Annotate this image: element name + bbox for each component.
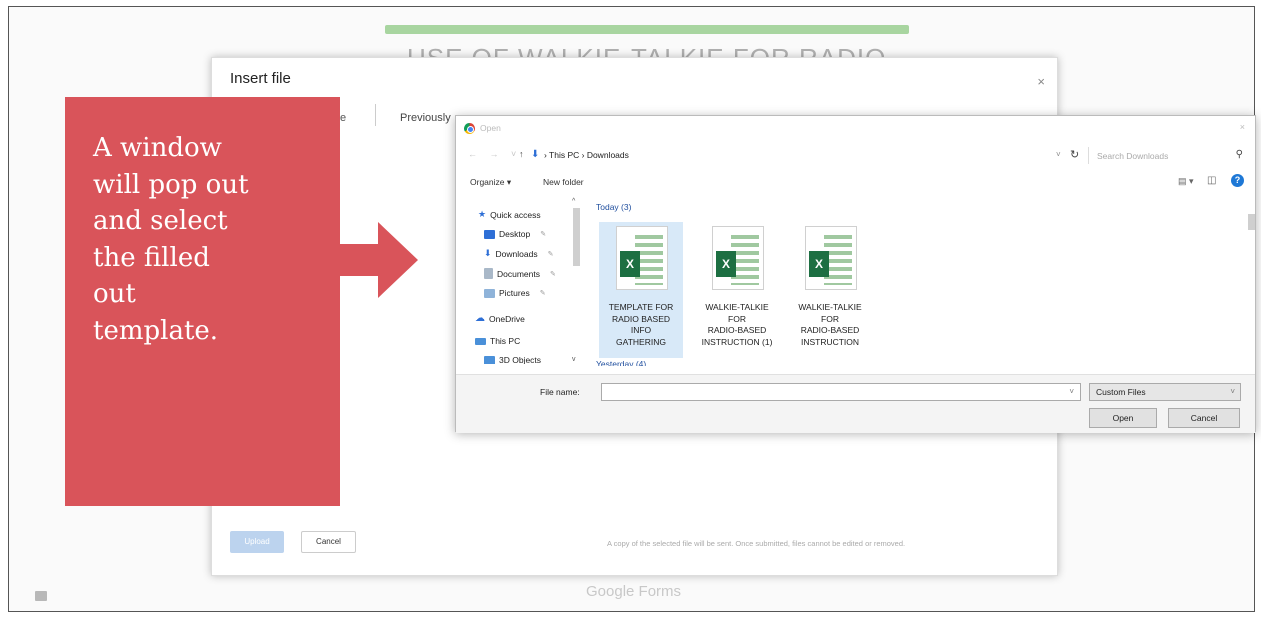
pin-icon: ✎ — [550, 270, 556, 278]
excel-badge: X — [716, 251, 736, 277]
organize-button[interactable]: Organize ▾ — [470, 177, 511, 188]
back-forward-icon[interactable]: ← → ˅ — [468, 149, 521, 159]
tab-separator — [375, 104, 376, 126]
file-name: WALKIE-TALKIE FOR RADIO-BASED INSTRUCTIO… — [798, 302, 862, 347]
sidebar-item-label: OneDrive — [489, 313, 525, 324]
tab-upload[interactable]: e — [340, 112, 346, 124]
open-titlebar: Open × — [456, 116, 1255, 140]
upload-note: A copy of the selected file will be sent… — [607, 539, 906, 548]
chrome-icon — [464, 123, 475, 134]
excel-file-icon: X — [805, 226, 857, 290]
desktop-icon — [484, 229, 495, 239]
pc-icon — [475, 337, 486, 345]
documents-icon — [484, 268, 493, 279]
group-header-yesterday[interactable]: Yesterday (4) — [596, 359, 646, 366]
open-title: Open — [480, 123, 501, 133]
star-icon: ★ — [478, 209, 487, 219]
up-arrow-icon[interactable]: ↑ — [519, 149, 524, 159]
nav-pane-scrollbar[interactable]: ^ v — [572, 198, 581, 366]
help-icon[interactable]: ? — [1231, 174, 1244, 187]
chevron-down-icon: ˅ — [1230, 387, 1235, 396]
sidebar-item-3d-objects[interactable]: 3D Objects — [484, 356, 541, 364]
chevron-down-icon[interactable]: ˅ — [1056, 150, 1061, 159]
sidebar-item-label: Downloads — [495, 248, 538, 259]
download-icon: ⬇ — [484, 248, 492, 258]
form-header-bar — [385, 25, 909, 34]
scrollbar-thumb[interactable] — [1248, 214, 1255, 230]
file-item[interactable]: X WALKIE-TALKIE FOR RADIO-BASED INSTRUCT… — [695, 222, 779, 358]
pin-icon: ✎ — [539, 290, 546, 297]
sidebar-item-quick-access[interactable]: ★ Quick access — [478, 209, 541, 220]
sidebar-item-label: Documents — [497, 268, 540, 279]
open-file-dialog: Open × ← → ˅ ↑ ⬇ › This PC › Downloads ˅… — [455, 115, 1256, 433]
chevron-up-icon[interactable]: ^ — [572, 198, 575, 205]
sidebar-item-label: Pictures — [499, 288, 530, 298]
download-icon: ⬇ — [531, 149, 540, 160]
excel-badge: X — [620, 251, 640, 277]
cube-icon — [484, 356, 495, 364]
search-icon: ⚲ — [1235, 149, 1243, 160]
upload-button[interactable]: Upload — [230, 531, 284, 553]
file-type-value: Custom Files — [1096, 387, 1146, 397]
file-name: WALKIE-TALKIE FOR RADIO-BASED INSTRUCTIO… — [701, 302, 773, 347]
sidebar-item-label: Quick access — [490, 209, 541, 220]
navigation-pane: ★ Quick access Desktop ✎ ⬇ Downloads ✎ D… — [456, 196, 586, 364]
sidebar-item-onedrive[interactable]: ☁ OneDrive — [475, 313, 525, 324]
chevron-down-icon[interactable]: v — [572, 356, 576, 363]
cloud-icon: ☁ — [475, 313, 485, 324]
file-name-field[interactable]: ˅ — [601, 383, 1081, 401]
group-header-today[interactable]: Today (3) — [596, 202, 631, 212]
slide-icon — [35, 591, 47, 601]
file-item[interactable]: X TEMPLATE FOR RADIO BASED INFO GATHERIN… — [599, 222, 683, 358]
sidebar-item-label: Desktop — [499, 229, 531, 239]
excel-badge: X — [809, 251, 829, 277]
annotation-text: A window will pop out and select the fil… — [93, 133, 249, 346]
excel-file-icon: X — [616, 226, 668, 290]
file-picker-footer: File name: ˅ Custom Files ˅ Open Cancel — [456, 374, 1255, 433]
sidebar-item-label: This PC — [490, 336, 521, 346]
refresh-icon[interactable]: ↻ — [1070, 148, 1079, 161]
file-list-scrollbar[interactable] — [1246, 196, 1256, 366]
breadcrumb[interactable]: › This PC › Downloads — [544, 150, 629, 160]
preview-pane-icon[interactable]: ◫ — [1207, 175, 1216, 186]
pin-icon: ✎ — [547, 250, 554, 258]
insert-file-title: Insert file — [230, 70, 291, 87]
file-list: Today (3) X TEMPLATE FOR RADIO BASED INF… — [592, 196, 1247, 366]
file-type-select[interactable]: Custom Files ˅ — [1089, 383, 1241, 401]
search-placeholder: Search Downloads — [1097, 151, 1169, 161]
sidebar-item-label: 3D Objects — [499, 356, 542, 364]
toolbar: Organize ▾ New folder ▤ ▾ ◫ ? — [456, 170, 1255, 192]
close-icon[interactable]: × — [1240, 122, 1245, 132]
scrollbar-thumb[interactable] — [573, 208, 580, 266]
close-icon[interactable]: × — [1037, 74, 1045, 89]
google-forms-footer: Google Forms — [586, 583, 682, 600]
cancel-button[interactable]: Cancel — [1168, 408, 1240, 428]
search-input[interactable]: Search Downloads ⚲ — [1088, 147, 1248, 164]
new-folder-button[interactable]: New folder — [543, 177, 584, 187]
sidebar-item-desktop[interactable]: Desktop ✎ — [484, 229, 546, 239]
excel-file-icon: X — [712, 226, 764, 290]
file-name: TEMPLATE FOR RADIO BASED INFO GATHERING — [608, 302, 674, 347]
pin-icon: ✎ — [540, 231, 547, 238]
pictures-icon — [484, 288, 495, 298]
arrow-right-icon — [338, 222, 418, 298]
sidebar-item-this-pc[interactable]: This PC — [475, 336, 520, 346]
insert-cancel-button[interactable]: Cancel — [301, 531, 356, 553]
view-options-icon[interactable]: ▤ ▾ — [1178, 176, 1194, 187]
annotation-panel: A window will pop out and select the fil… — [65, 97, 340, 506]
address-row: ← → ˅ ↑ ⬇ › This PC › Downloads ˅ ↻ Sear… — [456, 144, 1255, 166]
sidebar-item-pictures[interactable]: Pictures ✎ — [484, 288, 546, 298]
tab-previously-uploaded[interactable]: Previously — [400, 112, 451, 124]
open-button[interactable]: Open — [1089, 408, 1157, 428]
chevron-down-icon[interactable]: ˅ — [1069, 387, 1074, 396]
sidebar-item-downloads[interactable]: ⬇ Downloads ✎ — [484, 248, 553, 259]
file-item[interactable]: X WALKIE-TALKIE FOR RADIO-BASED INSTRUCT… — [788, 222, 872, 358]
sidebar-item-documents[interactable]: Documents ✎ — [484, 268, 556, 279]
file-name-label: File name: — [540, 387, 580, 397]
